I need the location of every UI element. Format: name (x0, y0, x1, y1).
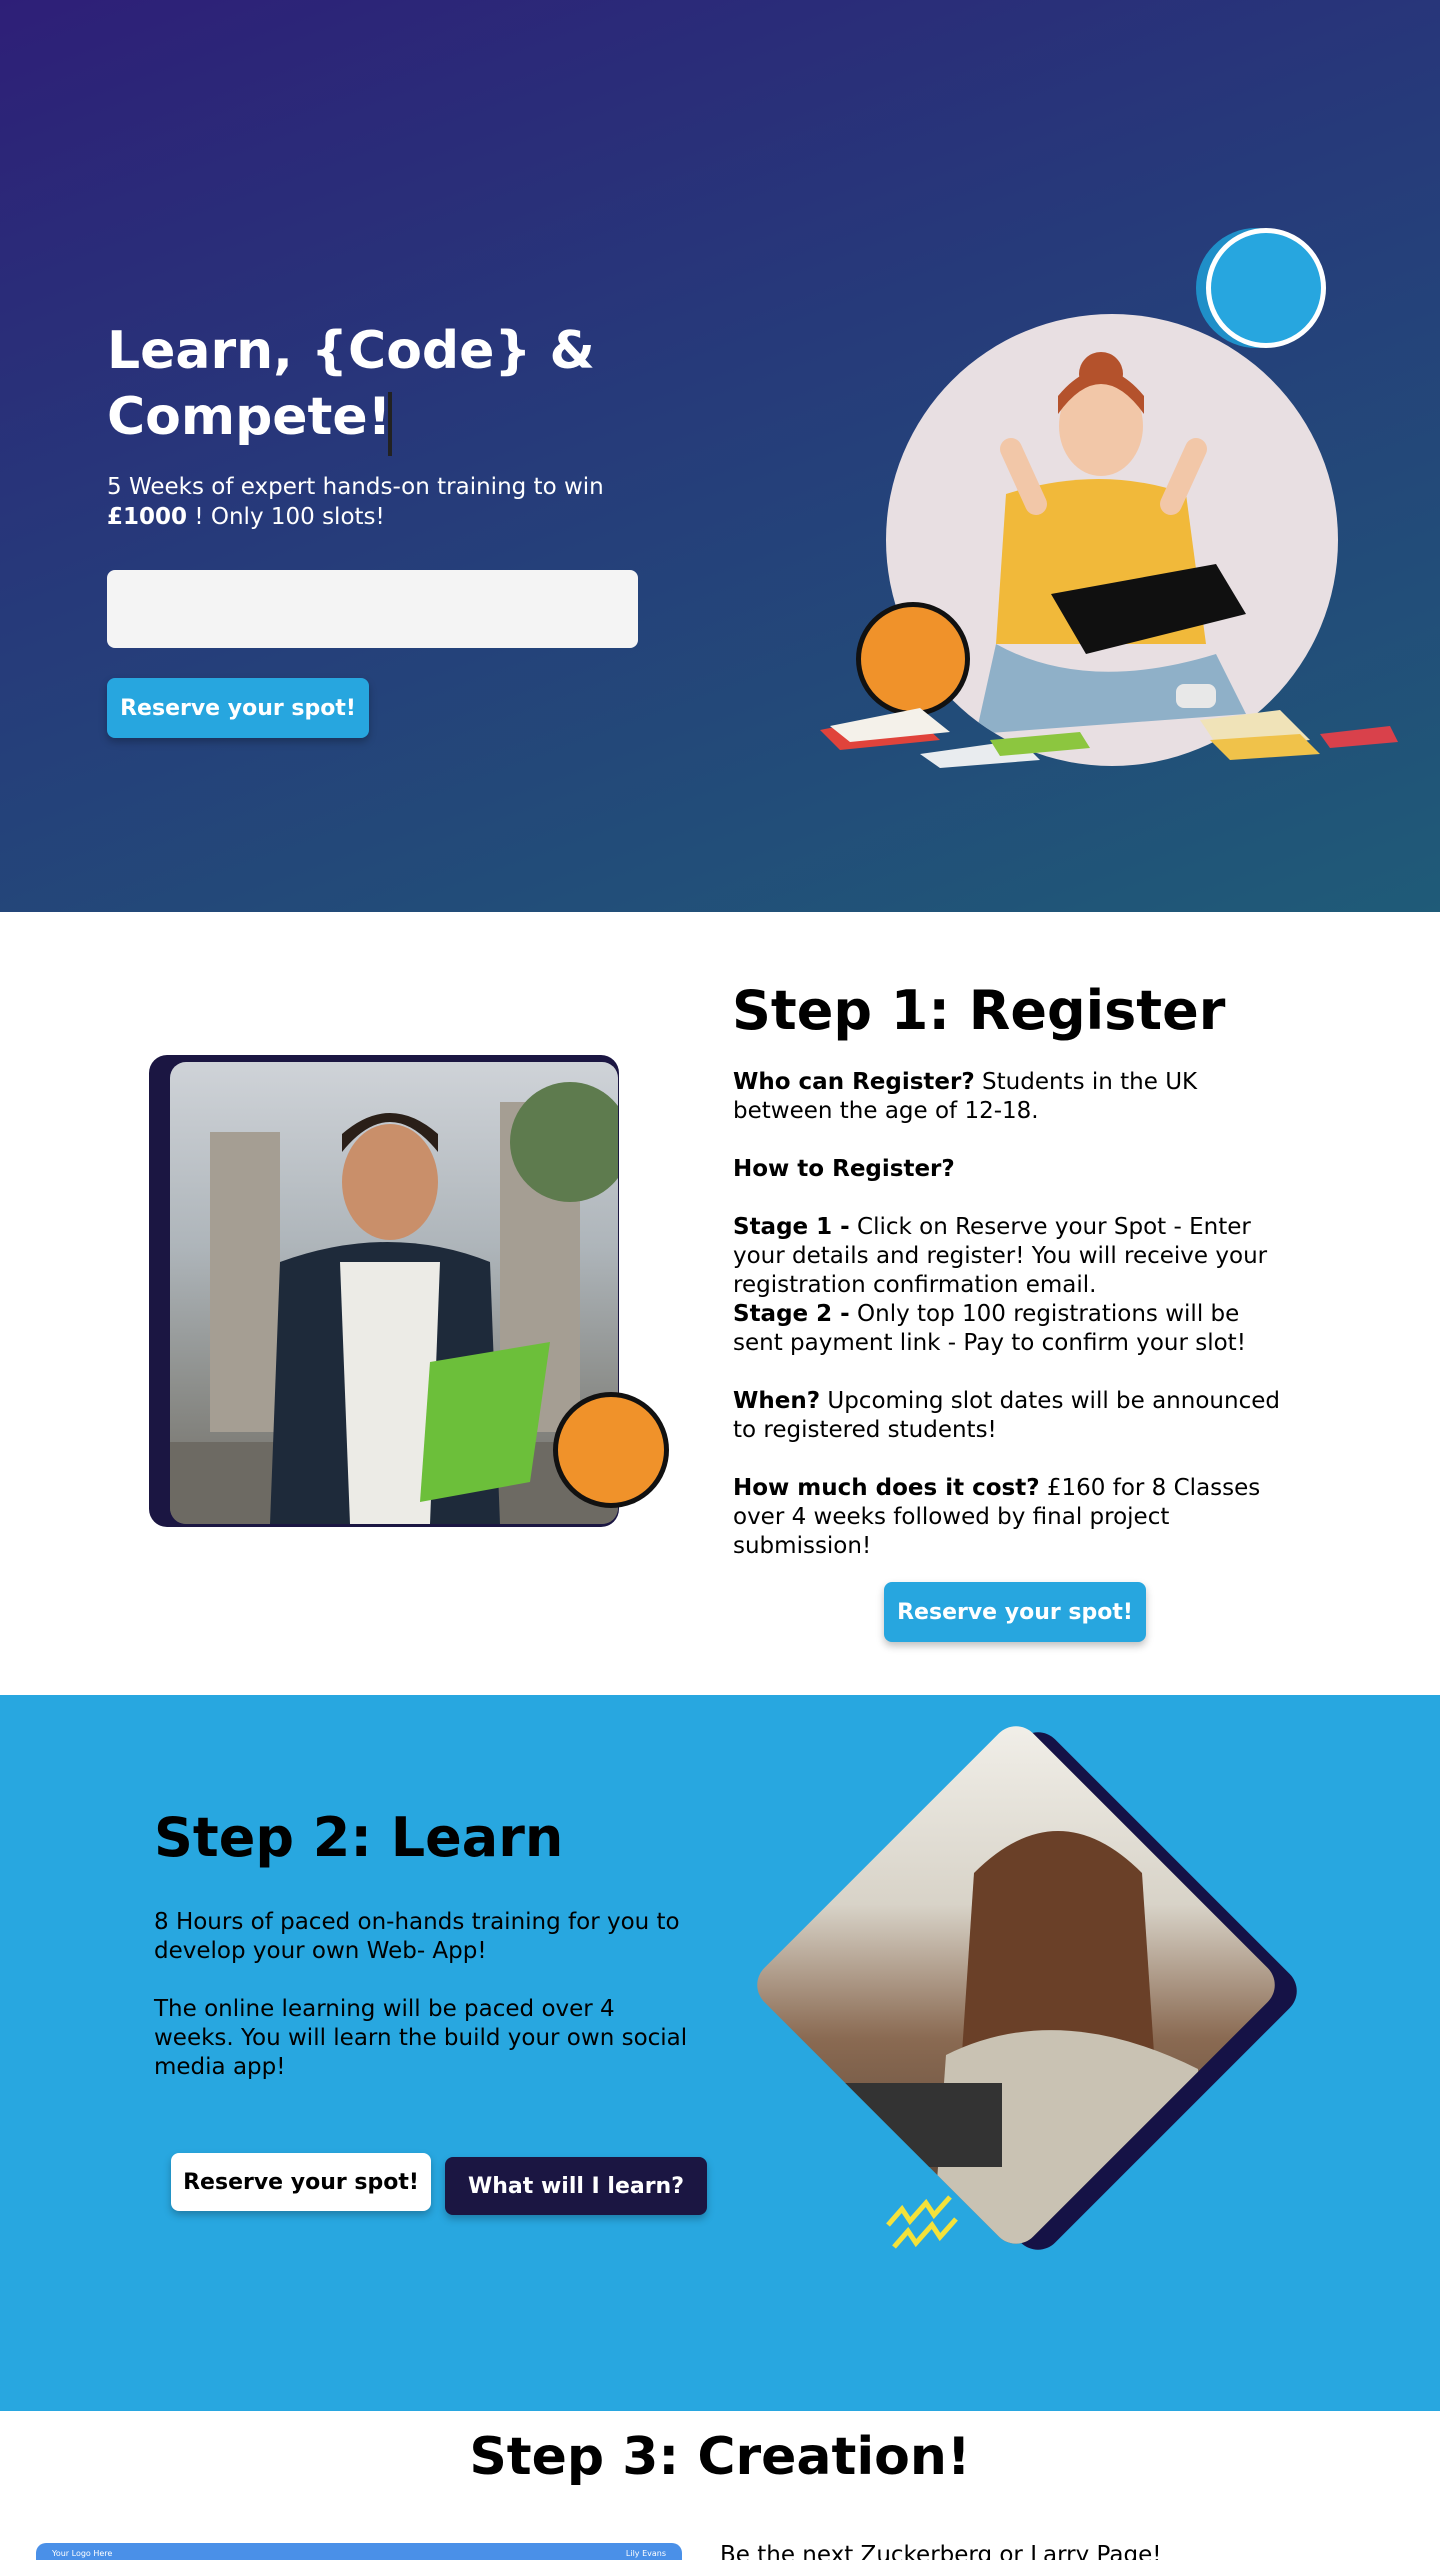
step2-description: 8 Hours of paced on-hands training for y… (154, 1908, 694, 2111)
hero-reserve-button[interactable]: Reserve your spot! (107, 678, 369, 738)
when-label: When? (733, 1388, 821, 1414)
eligibility-label: Who can Register? (733, 1069, 975, 1095)
hero-subtitle-end: ! Only 100 slots! (187, 504, 385, 530)
email-input[interactable] (107, 570, 638, 648)
app-preview-logo-text: Your Logo Here (52, 2549, 113, 2558)
stage2-label: Stage 2 - (733, 1301, 850, 1327)
step1-heading: Step 1: Register (732, 979, 1226, 1042)
cost-label: How much does it cost? (733, 1475, 1040, 1501)
hero-illustration (790, 220, 1410, 820)
student-london-photo (170, 1062, 618, 1524)
step2-reserve-button[interactable]: Reserve your spot! (171, 2153, 431, 2211)
zigzag-decoration (886, 2195, 958, 2249)
books-illustration (820, 708, 1398, 768)
hero-title: Learn, {Code} & Compete! (107, 321, 595, 447)
stage1-label: Stage 1 - (733, 1214, 850, 1240)
step2-heading: Step 2: Learn (154, 1806, 564, 1869)
eligibility-text: Who can Register? Students in the UK bet… (733, 1068, 1293, 1126)
step1-details: Who can Register? Students in the UK bet… (733, 1068, 1293, 1561)
text-caret (388, 392, 392, 456)
step3-intro-text: Be the next Zuckerberg or Larry Page! (720, 2542, 1162, 2560)
student-laptop-photo (747, 1716, 1285, 2254)
hero-subtitle-start: 5 Weeks of expert hands-on training to w… (107, 474, 604, 500)
step1-reserve-button[interactable]: Reserve your spot! (884, 1582, 1146, 1642)
app-preview-user-name: Lily Evans (625, 2549, 666, 2558)
when-text: When? Upcoming slot dates will be announ… (733, 1387, 1293, 1445)
step3-heading: Step 3: Creation! (469, 2427, 971, 2487)
cost-text: How much does it cost? £160 for 8 Classe… (733, 1474, 1293, 1561)
decorative-orange-circle (553, 1392, 669, 1508)
hero-section: Learn, {Code} & Compete! 5 Weeks of expe… (0, 0, 1440, 912)
decorative-blue-circle (1206, 228, 1326, 348)
step2-paragraph-2: The online learning will be paced over 4… (154, 1996, 688, 2080)
app-preview-card: Your Logo Here Lily Evans (36, 2543, 682, 2560)
learning-student-image (834, 1831, 1212, 2251)
how-label: How to Register? (733, 1156, 955, 1182)
how-to-register-label: How to Register? (733, 1155, 1293, 1184)
london-student-image (170, 1082, 618, 1524)
hero-subtitle: 5 Weeks of expert hands-on training to w… (107, 472, 667, 532)
prize-amount: £1000 (107, 504, 188, 530)
stage1-text: Stage 1 - Click on Reserve your Spot - E… (733, 1213, 1293, 1300)
stage2-text: Stage 2 - Only top 100 registrations wil… (733, 1300, 1293, 1358)
what-will-i-learn-button[interactable]: What will I learn? (445, 2157, 707, 2215)
step2-section: Step 2: Learn 8 Hours of paced on-hands … (0, 1695, 1440, 2411)
step2-paragraph-1: 8 Hours of paced on-hands training for y… (154, 1909, 680, 1964)
